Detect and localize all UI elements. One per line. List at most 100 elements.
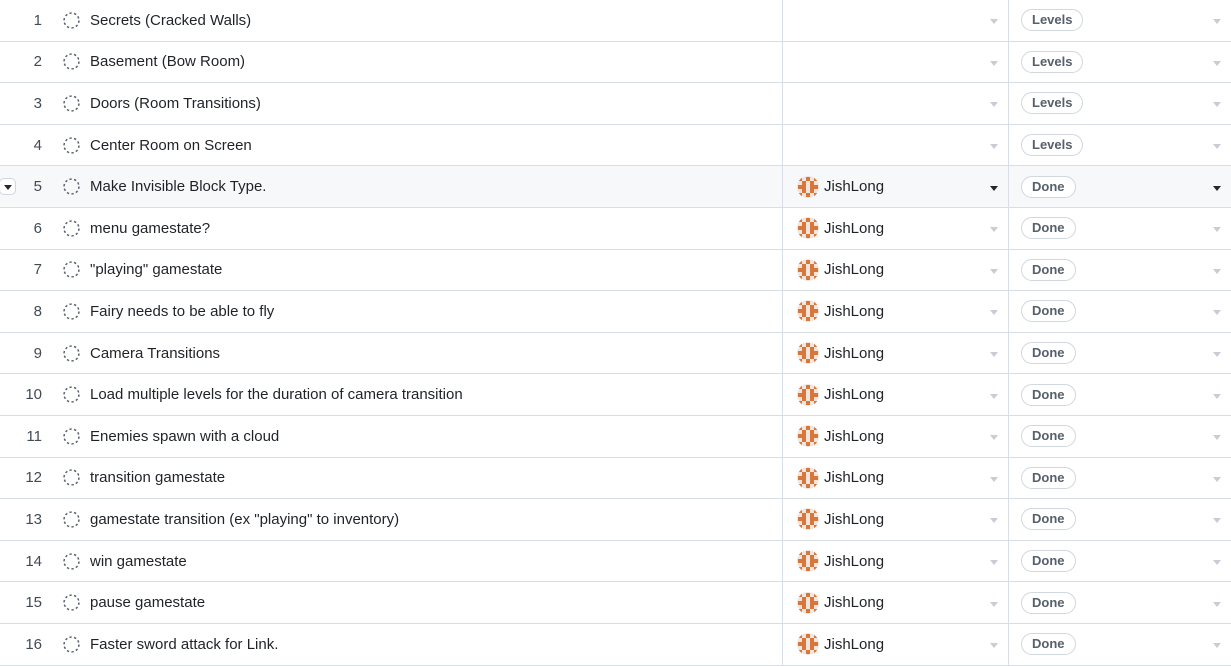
item-title[interactable]: gamestate transition (ex "playing" to in… [90, 511, 399, 528]
table-row[interactable]: 8 Fairy needs to be able to fly JishLong… [0, 291, 1231, 333]
assignee-cell[interactable]: JishLong [783, 207, 1009, 249]
assignee-cell[interactable]: JishLong [783, 540, 1009, 582]
table-row[interactable]: 2 Basement (Bow Room) Levels [0, 41, 1231, 84]
title-cell[interactable]: menu gamestate? [46, 207, 783, 249]
table-row[interactable]: 11 Enemies spawn with a cloud JishLong D… [0, 415, 1231, 458]
caret-down-icon[interactable] [990, 268, 998, 274]
item-title[interactable]: Fairy needs to be able to fly [90, 303, 274, 320]
status-cell[interactable]: Done [1009, 250, 1231, 291]
caret-down-icon[interactable] [1213, 393, 1221, 399]
title-cell[interactable]: Load multiple levels for the duration of… [46, 374, 783, 415]
title-cell[interactable]: Secrets (Cracked Walls) [46, 0, 783, 41]
assignee-cell[interactable] [783, 41, 1009, 83]
assignee-cell[interactable] [783, 124, 1009, 166]
table-row[interactable]: 4 Center Room on Screen Levels [0, 124, 1231, 167]
caret-down-icon[interactable] [990, 393, 998, 399]
table-row[interactable]: 15 pause gamestate JishLong Done [0, 582, 1231, 624]
title-cell[interactable]: Basement (Bow Room) [46, 41, 783, 83]
assignee-cell[interactable]: JishLong [783, 291, 1009, 332]
assignee-cell[interactable]: JishLong [783, 166, 1009, 207]
table-row[interactable]: 14 win gamestate JishLong Done [0, 540, 1231, 583]
status-cell[interactable]: Levels [1009, 0, 1231, 41]
caret-down-icon[interactable] [1213, 310, 1221, 316]
caret-down-icon[interactable] [1213, 268, 1221, 274]
assignee-cell[interactable] [783, 83, 1009, 124]
assignee-cell[interactable]: JishLong [783, 499, 1009, 540]
assignee-cell[interactable]: JishLong [783, 249, 1009, 291]
caret-down-icon[interactable] [990, 560, 998, 566]
caret-down-icon[interactable] [990, 60, 998, 66]
title-cell[interactable]: Faster sword attack for Link. [46, 623, 783, 665]
status-cell[interactable]: Levels [1009, 125, 1231, 166]
item-title[interactable]: Secrets (Cracked Walls) [90, 12, 251, 29]
caret-down-icon[interactable] [1213, 476, 1221, 482]
caret-down-icon[interactable] [990, 144, 998, 150]
title-cell[interactable]: Fairy needs to be able to fly [46, 291, 783, 332]
item-title[interactable]: Faster sword attack for Link. [90, 636, 278, 653]
item-title[interactable]: Doors (Room Transitions) [90, 95, 261, 112]
caret-down-icon[interactable] [990, 352, 998, 358]
caret-down-icon[interactable] [1213, 352, 1221, 358]
caret-down-icon[interactable] [1213, 19, 1221, 25]
caret-down-icon[interactable] [990, 643, 998, 649]
assignee-cell[interactable]: JishLong [783, 374, 1009, 415]
caret-down-icon[interactable] [990, 227, 998, 233]
caret-down-icon[interactable] [1213, 643, 1221, 649]
caret-down-icon[interactable] [990, 476, 998, 482]
assignee-cell[interactable]: JishLong [783, 332, 1009, 374]
table-row[interactable]: 9 Camera Transitions JishLong Done [0, 332, 1231, 375]
caret-down-icon[interactable] [990, 19, 998, 25]
item-title[interactable]: Enemies spawn with a cloud [90, 428, 279, 445]
item-title[interactable]: Make Invisible Block Type. [90, 178, 266, 195]
item-title[interactable]: "playing" gamestate [90, 261, 222, 278]
caret-down-icon[interactable] [1213, 185, 1221, 191]
title-cell[interactable]: pause gamestate [46, 582, 783, 623]
caret-down-icon[interactable] [1213, 60, 1221, 66]
title-cell[interactable]: Make Invisible Block Type. [46, 166, 783, 207]
table-row[interactable]: 5 Make Invisible Block Type. JishLong Do… [0, 166, 1231, 208]
assignee-cell[interactable]: JishLong [783, 415, 1009, 457]
item-title[interactable]: win gamestate [90, 553, 187, 570]
title-cell[interactable]: Doors (Room Transitions) [46, 83, 783, 124]
caret-down-icon[interactable] [1213, 227, 1221, 233]
caret-down-icon[interactable] [1213, 560, 1221, 566]
caret-down-icon[interactable] [990, 310, 998, 316]
item-title[interactable]: Center Room on Screen [90, 137, 252, 154]
status-cell[interactable]: Done [1009, 374, 1231, 415]
table-row[interactable]: 13 gamestate transition (ex "playing" to… [0, 499, 1231, 541]
title-cell[interactable]: transition gamestate [46, 457, 783, 499]
status-cell[interactable]: Done [1009, 166, 1231, 207]
caret-down-icon[interactable] [1213, 601, 1221, 607]
caret-down-icon[interactable] [990, 435, 998, 441]
item-title[interactable]: Camera Transitions [90, 345, 220, 362]
status-cell[interactable]: Done [1009, 624, 1231, 665]
title-cell[interactable]: win gamestate [46, 540, 783, 582]
title-cell[interactable]: "playing" gamestate [46, 249, 783, 291]
assignee-cell[interactable] [783, 0, 1009, 41]
status-cell[interactable]: Done [1009, 416, 1231, 457]
caret-down-icon[interactable] [1213, 518, 1221, 524]
title-cell[interactable]: gamestate transition (ex "playing" to in… [46, 499, 783, 540]
caret-down-icon[interactable] [990, 185, 998, 191]
item-title[interactable]: Basement (Bow Room) [90, 53, 245, 70]
assignee-cell[interactable]: JishLong [783, 457, 1009, 499]
status-cell[interactable]: Done [1009, 499, 1231, 540]
status-cell[interactable]: Done [1009, 333, 1231, 374]
table-row[interactable]: 12 transition gamestate JishLong Done [0, 457, 1231, 500]
caret-down-icon[interactable] [1213, 435, 1221, 441]
status-cell[interactable]: Levels [1009, 83, 1231, 124]
table-row[interactable]: 3 Doors (Room Transitions) Levels [0, 83, 1231, 125]
row-menu-button[interactable] [0, 178, 16, 196]
caret-down-icon[interactable] [990, 601, 998, 607]
status-cell[interactable]: Done [1009, 291, 1231, 332]
item-title[interactable]: Load multiple levels for the duration of… [90, 386, 463, 403]
caret-down-icon[interactable] [1213, 144, 1221, 150]
table-row[interactable]: 7 "playing" gamestate JishLong Done [0, 249, 1231, 292]
caret-down-icon[interactable] [990, 518, 998, 524]
item-title[interactable]: pause gamestate [90, 594, 205, 611]
table-row[interactable]: 1 Secrets (Cracked Walls) Levels [0, 0, 1231, 42]
item-title[interactable]: transition gamestate [90, 469, 225, 486]
status-cell[interactable]: Done [1009, 582, 1231, 623]
assignee-cell[interactable]: JishLong [783, 582, 1009, 623]
table-row[interactable]: 10 Load multiple levels for the duration… [0, 374, 1231, 416]
